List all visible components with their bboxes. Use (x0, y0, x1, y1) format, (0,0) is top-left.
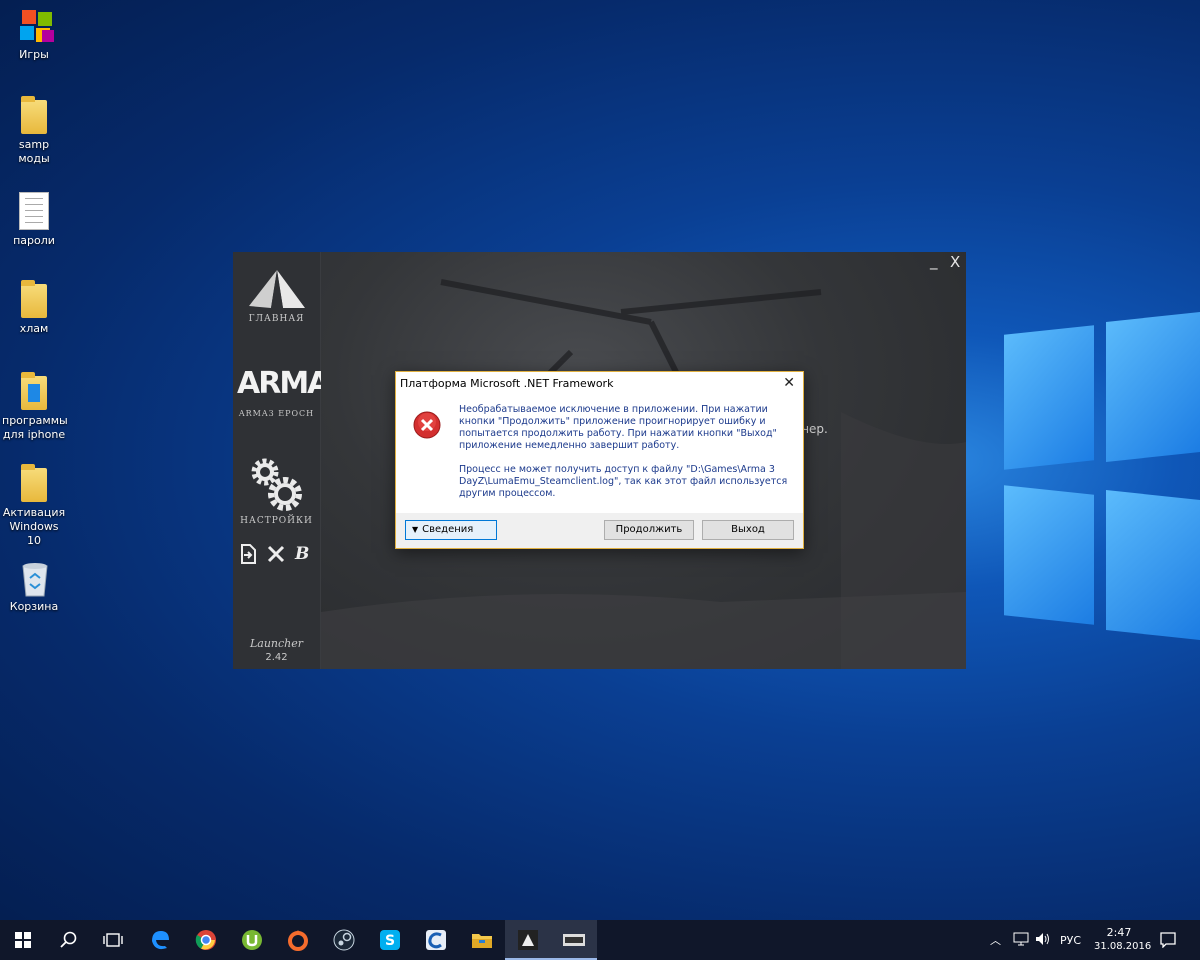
taskbar-explorer[interactable] (459, 920, 505, 960)
steam-icon (333, 929, 355, 951)
clock[interactable]: 2:47 31.08.2016 (1094, 926, 1152, 952)
desktop-icon-games[interactable]: Игры (2, 8, 66, 62)
clock-date: 31.08.2016 (1094, 941, 1152, 952)
taskbar-edge[interactable] (137, 920, 183, 960)
desktop-icon-activation[interactable]: Активация Windows 10 (2, 464, 66, 548)
windows-logo-wallpaper (996, 305, 1200, 665)
tent-icon (247, 268, 307, 316)
launcher-app-icon (518, 930, 538, 950)
taskbar-chrome[interactable] (183, 920, 229, 960)
taskbar-arma[interactable] (551, 920, 597, 960)
taskbar-skype[interactable]: S (367, 920, 413, 960)
skype-icon: S (380, 930, 400, 950)
launcher-sidebar: ГЛАВНАЯ ARMA ARMA3 EPOCH НАСТРОЙКИ B Lau… (233, 252, 330, 669)
details-button-label: Сведения (422, 524, 474, 535)
nav-home-label: ГЛАВНАЯ (248, 314, 305, 324)
windows-start-icon (15, 932, 31, 948)
text-file-icon (19, 192, 49, 230)
dialog-titlebar: Платформа Microsoft .NET Framework ✕ (396, 372, 803, 395)
arma-logo: ARMA (237, 366, 330, 401)
continue-button[interactable]: Продолжить (604, 520, 694, 540)
search-icon (60, 931, 77, 948)
search-button[interactable] (46, 920, 92, 960)
desktop-icon-samp[interactable]: samp моды (2, 96, 66, 166)
nav-settings-label: НАСТРОЙКИ (240, 516, 313, 526)
language-indicator[interactable]: РУС (1060, 934, 1081, 947)
recycle-bin-icon (18, 560, 50, 597)
dialog-message-detail: Процесс не может получить доступ к файлу… (459, 464, 788, 499)
desktop-icon-passwords[interactable]: пароли (2, 192, 66, 248)
chrome-icon (195, 930, 216, 950)
taskbar-utorrent[interactable] (229, 920, 275, 960)
folder-icon (21, 96, 47, 134)
desktop-icon-label: хлам (19, 322, 49, 335)
desktop-icon-label: samp моды (18, 138, 50, 165)
launcher-minimize-button[interactable]: _ (930, 252, 938, 270)
tool-wrench-icon[interactable] (266, 544, 286, 564)
edge-icon (152, 931, 169, 950)
tool-vk-icon[interactable]: B (295, 544, 311, 564)
taskbar-app-c[interactable] (413, 920, 459, 960)
taskbar-origin[interactable] (275, 920, 321, 960)
gears-icon (245, 454, 307, 518)
network-icon[interactable] (1013, 932, 1029, 949)
exception-dialog: Платформа Microsoft .NET Framework ✕ Нео… (395, 371, 804, 549)
folder-icon (21, 372, 47, 410)
folder-icon (21, 464, 47, 502)
taskbar: S ︿ РУС 2:47 31.08.2016 (0, 920, 1200, 960)
launcher-version-label: Launcher (249, 637, 304, 650)
desktop-icon-label: Корзина (9, 600, 59, 613)
origin-icon (288, 930, 308, 951)
volume-icon[interactable] (1035, 932, 1051, 949)
blue-c-app-icon (426, 930, 446, 950)
dialog-close-icon[interactable]: ✕ (783, 375, 795, 391)
task-view-icon (103, 933, 123, 947)
desktop-icon-label: пароли (13, 234, 55, 247)
chevron-down-icon: ▼ (412, 525, 419, 534)
utorrent-icon (242, 930, 262, 950)
error-icon (413, 411, 441, 439)
launcher-close-button[interactable]: X (950, 253, 960, 271)
nav-settings[interactable]: НАСТРОЙКИ (233, 454, 320, 529)
start-button[interactable] (0, 920, 46, 960)
file-explorer-icon (472, 934, 492, 948)
clock-time: 2:47 (1106, 926, 1132, 939)
desktop-icon-junk[interactable]: хлам (2, 280, 66, 336)
arma-app-icon (563, 934, 585, 946)
desktop-icon-label: Игры (19, 48, 49, 61)
taskbar-launcher[interactable] (505, 920, 551, 960)
folder-icon (21, 280, 47, 318)
dialog-body: Необрабатываемое исключение в приложении… (396, 395, 803, 513)
dialog-message-main: Необрабатываемое исключение в приложении… (459, 404, 777, 451)
taskbar-steam[interactable] (321, 920, 367, 960)
details-button[interactable]: ▼ Сведения (405, 520, 497, 540)
dialog-title: Платформа Microsoft .NET Framework (400, 377, 614, 390)
task-view-button[interactable] (90, 920, 136, 960)
desktop-icon-recycle-bin[interactable]: Корзина (2, 560, 66, 614)
nav-home[interactable]: ГЛАВНАЯ (233, 266, 320, 326)
nav-arma-epoch[interactable]: ARMA ARMA3 EPOCH (233, 364, 330, 424)
nav-epoch-label: ARMA3 EPOCH (238, 409, 315, 418)
tool-file-icon[interactable] (239, 544, 257, 564)
games-folder-icon (18, 8, 54, 44)
exit-button[interactable]: Выход (702, 520, 794, 540)
action-center-icon[interactable] (1160, 932, 1176, 951)
tray-chevron-up-icon[interactable]: ︿ (990, 932, 1001, 948)
desktop-icon-iphone-apps[interactable]: программы для iphone (2, 372, 68, 442)
desktop-icon-label: Активация Windows 10 (2, 506, 66, 547)
desktop-icon-label: программы для iphone (2, 414, 68, 441)
launcher-version: 2.42 (265, 652, 288, 663)
svg-text:S: S (385, 933, 395, 949)
